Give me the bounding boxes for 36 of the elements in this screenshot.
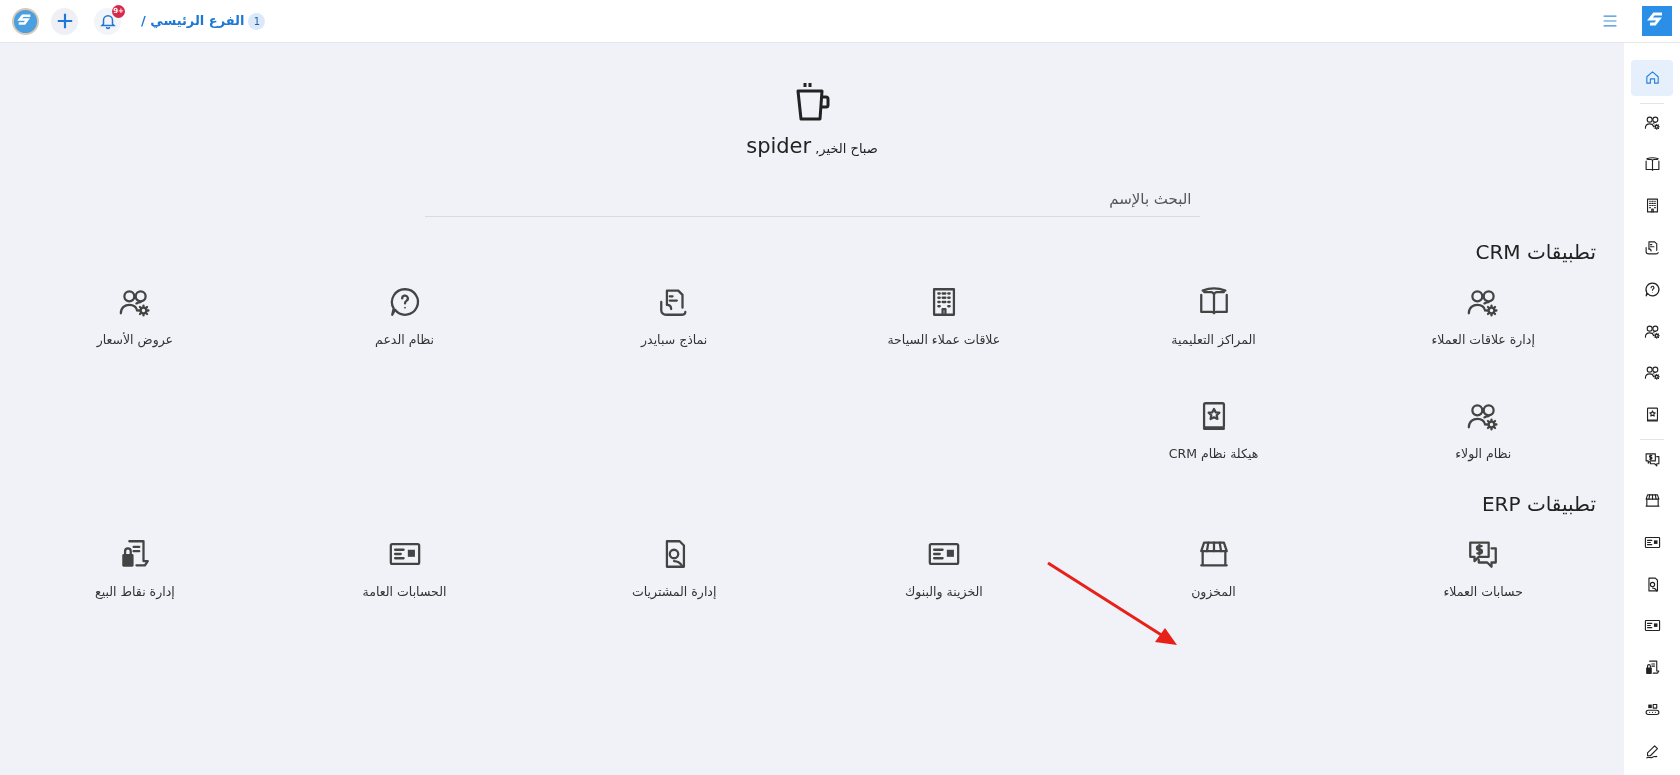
app-tile[interactable]: علاقات عملاء السياحة: [887, 284, 1001, 350]
receipt-bag-icon: [1643, 659, 1661, 677]
branch-number-badge: 1: [248, 12, 266, 30]
shop-stall-icon: [1643, 492, 1661, 510]
home-icon: [1643, 69, 1661, 87]
app-tile[interactable]: عروض الأسعار: [96, 284, 174, 350]
app-tile[interactable]: إدارة المشتريات: [631, 537, 717, 602]
question-bubble-icon: [1643, 280, 1661, 298]
app-tile[interactable]: الخزينة والبنوك: [904, 537, 983, 602]
user-name: spider: [746, 133, 812, 160]
greeting-text: صباح الخير,: [815, 140, 878, 158]
search-field[interactable]: البحث بالإسم: [424, 182, 1200, 217]
app-tile[interactable]: هيكلة نظام CRM: [1168, 399, 1259, 464]
branch-breadcrumb[interactable]: الفرع الرئيسي /: [141, 11, 245, 31]
app-tile[interactable]: نظام الولاء: [1455, 399, 1512, 464]
add-button[interactable]: [51, 7, 78, 35]
app-tile[interactable]: نظام الدعم: [375, 284, 434, 350]
plus-icon: [55, 12, 74, 30]
people-gear-icon: [1643, 364, 1661, 382]
app-tile[interactable]: إدارة علاقات العملاء: [1431, 284, 1535, 350]
open-book-icon: [1643, 155, 1661, 173]
people-gear-icon: [1643, 114, 1661, 132]
app-tile[interactable]: الحسابات العامة: [362, 537, 447, 602]
app-tile[interactable]: نماذج سبايدر: [641, 284, 708, 350]
logo-icon[interactable]: [1642, 6, 1672, 36]
app-tile[interactable]: إدارة نقاط البيع: [95, 537, 175, 602]
app-tile[interactable]: المخزون: [1191, 537, 1236, 602]
pen-icon: [1643, 742, 1661, 760]
section-title: تطبيقات CRM: [1474, 238, 1597, 266]
document-hand-icon: [1643, 239, 1661, 257]
logo-icon[interactable]: [12, 7, 39, 35]
dollar-chat-icon: [1643, 450, 1661, 468]
bell-icon: [98, 12, 117, 30]
app-tile[interactable]: حسابات العملاء: [1443, 537, 1523, 602]
app-tile[interactable]: المراكز التعليمية: [1171, 284, 1256, 350]
section-title: تطبيقات ERP: [1480, 491, 1597, 518]
